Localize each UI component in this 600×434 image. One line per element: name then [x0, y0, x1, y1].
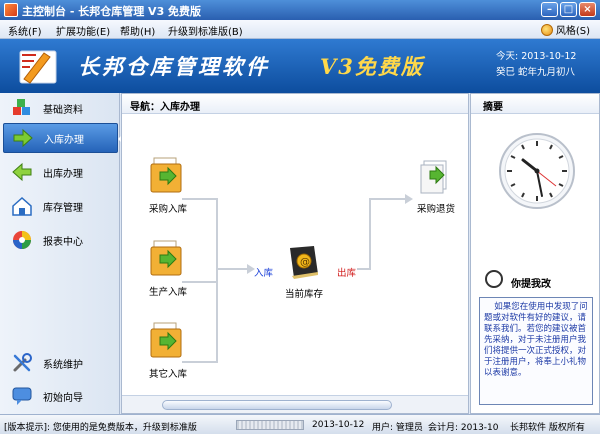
production-in-label[interactable]: 生产入库: [149, 284, 187, 298]
svg-text:@: @: [300, 257, 310, 268]
sidebar-label: 出库办理: [43, 168, 83, 180]
version-label: V3免费版: [320, 54, 424, 79]
status-date: 2013-10-12: [312, 420, 365, 430]
sidebar-label: 入库办理: [44, 134, 84, 146]
status-accounting-month: 会计月: 2013-10: [428, 423, 499, 433]
arrow-right-icon: [13, 128, 33, 148]
minimize-button[interactable]: –: [541, 2, 558, 17]
stock-book-icon[interactable]: @: [284, 242, 324, 282]
menu-help[interactable]: 帮助(H): [120, 23, 155, 38]
sidebar-label: 初始向导: [43, 392, 83, 404]
menu-style[interactable]: 风格(S): [540, 22, 590, 37]
sidebar: 基础资料 入库办理 出库办理 库存管理 报表中心 系统维护 初始向导: [0, 93, 120, 414]
window-controls: – □ ×: [541, 2, 596, 17]
chat-icon: [12, 387, 32, 405]
tips-box: 如果您在使用中发现了问题或对软件有好的建议，请联系我们。若您的建议被首先采纳，对…: [479, 297, 593, 405]
title-bar: 主控制台 - 长邦仓库管理 V3 免费版 – □ ×: [0, 0, 600, 20]
summary-header: 摘要: [471, 94, 599, 114]
purchase-return-label[interactable]: 采购退货: [417, 201, 455, 215]
tips-text: 如果您在使用中发现了问题或对软件有好的建议，请联系我们。若您的建议被首先采纳，对…: [484, 302, 588, 378]
status-notice[interactable]: [版本提示]: 您使用的是免费版本，升级到标准版: [4, 420, 197, 433]
lunar-date: 癸巳 蛇年九月初八: [496, 67, 576, 78]
flow-diagram: 采购入库 生产入库 其它入库 入库 @ 当前库存 出库 采购退货: [122, 114, 468, 395]
app-title: 长邦仓库管理软件: [78, 54, 270, 79]
menu-bar: 系统(F) 扩展功能(E) 帮助(H) 升级到标准版(B) 风格(S): [0, 20, 600, 39]
production-in-icon[interactable]: [150, 239, 184, 277]
sidebar-item-wizard[interactable]: 初始向导: [3, 381, 118, 411]
sidebar-label: 系统维护: [43, 359, 83, 371]
status-company: 长邦软件 版权所有: [510, 423, 585, 433]
sidebar-item-stock-in[interactable]: 入库办理: [3, 123, 118, 153]
horizontal-scrollbar[interactable]: [122, 395, 468, 413]
summary-title: 摘要: [483, 102, 503, 113]
summary-panel: 摘要 你提我改 如果您在使用中发现了问题或对软件有好的建议，请联系我们。若您的建…: [470, 93, 600, 414]
main-panel: 导航：入库办理 采购入库 生产入库 其它入库 入库 @ 当前库存 出库 采购退货: [121, 93, 469, 414]
clock-icon: [499, 133, 575, 209]
house-icon: [12, 196, 32, 216]
sidebar-label: 报表中心: [43, 236, 83, 248]
app-icon: [4, 3, 18, 17]
sidebar-item-inventory[interactable]: 库存管理: [3, 191, 118, 221]
other-in-icon[interactable]: [150, 321, 184, 359]
sidebar-item-maintenance[interactable]: 系统维护: [3, 348, 118, 378]
blocks-icon: [13, 99, 30, 115]
logo-icon: [19, 50, 57, 84]
purchase-return-icon[interactable]: [418, 159, 452, 197]
sidebar-label: 库存管理: [43, 202, 83, 214]
sidebar-item-reports[interactable]: 报表中心: [3, 225, 118, 255]
other-in-label[interactable]: 其它入库: [149, 366, 187, 380]
today-date: 今天: 2013-10-12: [496, 51, 577, 62]
menu-extensions[interactable]: 扩展功能(E): [56, 23, 110, 38]
close-button[interactable]: ×: [579, 2, 596, 17]
main-header: 导航：入库办理: [122, 94, 468, 114]
purchase-in-label[interactable]: 采购入库: [149, 201, 187, 215]
color-wheel-icon: [13, 231, 31, 249]
maximize-button[interactable]: □: [560, 2, 577, 17]
in-flow-label: 入库: [254, 268, 274, 279]
menu-upgrade[interactable]: 升级到标准版(B): [168, 23, 243, 38]
out-flow-label: 出库: [337, 268, 357, 279]
status-user: 用户: 管理员: [372, 423, 423, 433]
status-bar: [版本提示]: 您使用的是免费版本，升级到标准版 2013-10-12 用户: …: [0, 414, 600, 434]
sidebar-item-stock-out[interactable]: 出库办理: [3, 157, 118, 187]
breadcrumb: 导航：入库办理: [130, 102, 200, 113]
tools-icon: [13, 353, 32, 372]
water-drop-icon: [485, 270, 503, 288]
window-title: 主控制台 - 长邦仓库管理 V3 免费版: [22, 5, 202, 18]
status-progress: [236, 420, 304, 430]
menu-style-label: 风格(S): [555, 26, 590, 37]
arrow-left-icon: [12, 162, 32, 182]
stock-label[interactable]: 当前库存: [285, 286, 323, 300]
menu-system[interactable]: 系统(F): [8, 23, 42, 38]
sidebar-label: 基础资料: [43, 104, 83, 116]
purchase-in-icon[interactable]: [150, 156, 184, 194]
scrollbar-thumb[interactable]: [162, 400, 392, 410]
tips-title: 你提我改: [511, 279, 551, 290]
palette-icon: [540, 23, 553, 36]
sidebar-item-basic-data[interactable]: 基础资料: [3, 93, 118, 123]
